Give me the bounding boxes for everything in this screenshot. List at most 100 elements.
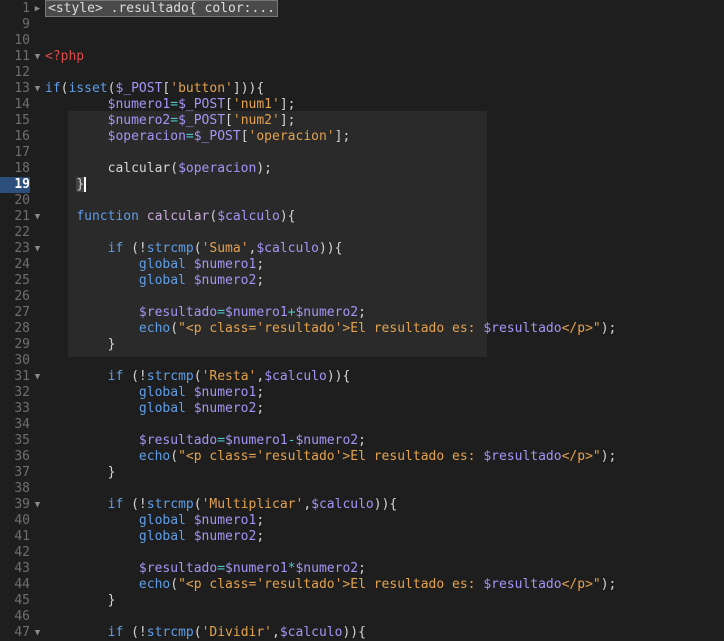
fold-gutter — [30, 305, 45, 321]
code-line[interactable]: 40 global $numero1; — [0, 513, 616, 529]
line-number: 35 — [14, 433, 30, 448]
token-p: calcular( — [45, 161, 179, 176]
fold-expand-icon[interactable]: ▶ — [30, 1, 45, 17]
token-var: $calculo — [256, 241, 319, 256]
code-line[interactable]: 23 ▼ if (!strcmp('Suma',$calculo)){ — [0, 241, 616, 257]
token-p — [45, 401, 139, 416]
fold-gutter — [30, 385, 45, 401]
code-line[interactable]: 25 global $numero2; — [0, 273, 616, 289]
fold-collapse-icon[interactable]: ▼ — [30, 209, 45, 225]
code-text: <?php — [45, 49, 84, 65]
token-kw: strcmp — [146, 497, 194, 512]
token-var: $resultado — [483, 577, 562, 592]
code-line[interactable]: 38 — [0, 481, 616, 497]
code-line[interactable]: 22 — [0, 225, 616, 241]
token-kw: strcmp — [146, 241, 194, 256]
code-line[interactable]: 12 — [0, 65, 616, 81]
code-line[interactable]: 43 $resultado=$numero1*$numero2; — [0, 561, 616, 577]
code-line[interactable]: 28 echo("<p class='resultado'>El resulta… — [0, 321, 616, 337]
token-var: $resultado — [483, 449, 562, 464]
code-line[interactable]: 34 — [0, 417, 616, 433]
line-number: 31 — [14, 369, 30, 384]
code-line[interactable]: 35 $resultado=$numero1-$numero2; — [0, 433, 616, 449]
token-p: ; — [256, 257, 265, 272]
code-line[interactable]: 42 — [0, 545, 616, 561]
token-p — [186, 401, 194, 416]
code-line[interactable]: 16 $operacion=$_POST['operacion']; — [0, 129, 616, 145]
code-line[interactable]: 36 echo("<p class='resultado'>El resulta… — [0, 449, 616, 465]
code-line[interactable]: 41 global $numero2; — [0, 529, 616, 545]
token-p — [45, 561, 139, 576]
token-p — [45, 321, 139, 336]
code-line[interactable]: 21 ▼ function calcular($calculo){ — [0, 209, 616, 225]
line-number: 28 — [14, 321, 30, 336]
fold-gutter — [30, 257, 45, 273]
fold-gutter — [30, 65, 45, 81]
code-text: function calcular($calculo){ — [45, 209, 295, 225]
token-kw: global — [138, 273, 186, 288]
code-line[interactable]: 31 ▼ if (!strcmp('Resta',$calculo)){ — [0, 369, 616, 385]
code-line[interactable]: 20 — [0, 193, 616, 209]
line-number: 39 — [14, 497, 30, 512]
code-line[interactable]: 15 $numero2=$_POST['num2']; — [0, 113, 616, 129]
token-p: ); — [600, 577, 617, 592]
line-number: 18 — [14, 161, 30, 176]
code-line[interactable]: 26 — [0, 289, 616, 305]
code-line[interactable]: 14 $numero1=$_POST['num1']; — [0, 97, 616, 113]
token-p: , — [303, 497, 312, 512]
code-line[interactable]: 9 — [0, 17, 616, 33]
fold-collapse-icon[interactable]: ▼ — [30, 49, 45, 65]
code-line[interactable]: 45 } — [0, 593, 616, 609]
code-line[interactable]: 10 — [0, 33, 616, 49]
fold-collapse-icon[interactable]: ▼ — [30, 369, 45, 385]
fold-collapse-icon[interactable]: ▼ — [30, 81, 45, 97]
token-kw: if — [45, 81, 61, 96]
code-line[interactable]: 47 ▼ if (!strcmp('Dividir',$calculo)){ — [0, 625, 616, 641]
token-var: $operacion — [178, 161, 257, 176]
fold-gutter — [30, 97, 45, 113]
token-kw: strcmp — [146, 625, 194, 640]
token-var: $_POST — [178, 97, 226, 112]
code-line[interactable]: 1 ▶ <style> .resultado{ color:... — [0, 0, 616, 17]
code-line[interactable]: 24 global $numero1; — [0, 257, 616, 273]
line-number: 15 — [14, 113, 30, 128]
folded-region[interactable]: <style> .resultado{ color:... — [45, 0, 278, 17]
code-line[interactable]: 39 ▼ if (!strcmp('Multiplicar',$calculo))… — [0, 497, 616, 513]
code-line[interactable]: 19 } — [0, 177, 616, 193]
code-line[interactable]: 37 } — [0, 465, 616, 481]
code-line[interactable]: 32 global $numero1; — [0, 385, 616, 401]
code-line[interactable]: 11 ▼ <?php — [0, 49, 616, 65]
line-number: 29 — [14, 337, 30, 352]
code-line[interactable]: 17 — [0, 145, 616, 161]
fold-collapse-icon[interactable]: ▼ — [30, 497, 45, 513]
fold-gutter — [30, 417, 45, 433]
code-line[interactable]: 18 calcular($operacion); — [0, 161, 616, 177]
code-line[interactable]: 13 ▼ if(isset($_POST['button'])){ — [0, 81, 616, 97]
code-line[interactable]: 46 — [0, 609, 616, 625]
line-number: 38 — [14, 481, 30, 496]
code-line[interactable]: 30 — [0, 353, 616, 369]
token-p: (! — [123, 241, 147, 256]
token-var: $numero1 — [225, 305, 288, 320]
line-number: 20 — [14, 193, 30, 208]
line-number: 32 — [14, 385, 30, 400]
fold-collapse-icon[interactable]: ▼ — [30, 625, 45, 641]
code-line[interactable]: 33 global $numero2; — [0, 401, 616, 417]
code-line[interactable]: 27 $resultado=$numero1+$numero2; — [0, 305, 616, 321]
code-text: global $numero2; — [45, 529, 264, 545]
fold-collapse-icon[interactable]: ▼ — [30, 241, 45, 257]
line-number: 9 — [22, 17, 30, 32]
fold-gutter — [30, 33, 45, 49]
token-p — [45, 385, 139, 400]
token-var: $numero2 — [295, 561, 359, 576]
code-line[interactable]: 44 echo("<p class='resultado'>El resulta… — [0, 577, 616, 593]
fold-gutter — [30, 561, 45, 577]
token-var: $_POST — [193, 129, 241, 144]
token-kw: echo — [138, 321, 171, 336]
code-editor[interactable]: 1 ▶ <style> .resultado{ color:... 9 10 11 ▼ <?p… — [0, 0, 616, 641]
token-kw: if — [107, 497, 124, 512]
token-op: = — [217, 433, 226, 448]
code-line[interactable]: 29 } — [0, 337, 616, 353]
fold-gutter — [30, 113, 45, 129]
code-text: <style> .resultado{ color:... — [45, 0, 278, 17]
